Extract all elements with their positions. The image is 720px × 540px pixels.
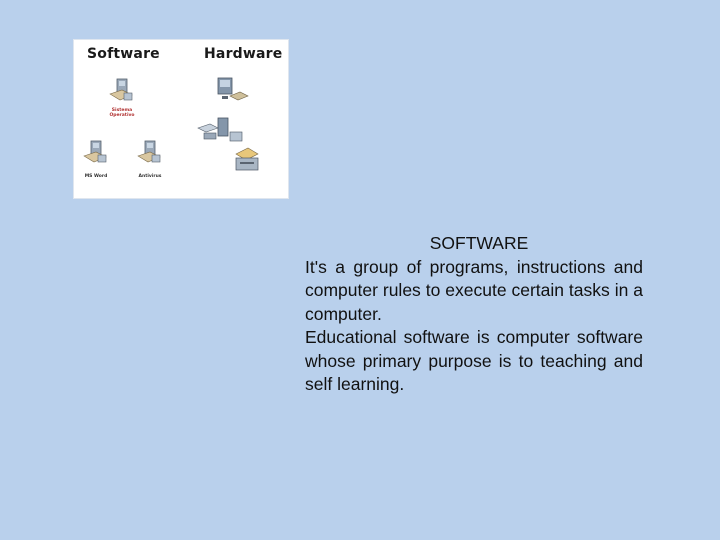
software-title: Software <box>87 46 160 62</box>
software-description: SOFTWARE It's a group of programs, instr… <box>305 232 643 397</box>
antivirus-computer-icon <box>137 140 161 163</box>
definition-paragraph: It's a group of programs, instructions a… <box>305 256 643 324</box>
peripherals-icon <box>197 117 243 142</box>
ms-word-computer-icon <box>83 140 107 163</box>
software-item-label: MS Word <box>84 174 108 179</box>
operating-system-computer-icon <box>109 78 133 101</box>
software-hardware-diagram: Software Hardware Sistema Operativo MS W… <box>73 39 289 199</box>
desktop-computer-icon <box>217 77 249 101</box>
software-item-label: Sistema Operativo <box>109 108 135 118</box>
educational-software-paragraph: Educational software is computer softwar… <box>305 327 643 394</box>
hardware-title: Hardware <box>204 46 283 62</box>
printer-icon <box>235 147 259 171</box>
software-item-label: Antivirus <box>138 174 162 179</box>
section-heading: SOFTWARE <box>429 233 529 253</box>
